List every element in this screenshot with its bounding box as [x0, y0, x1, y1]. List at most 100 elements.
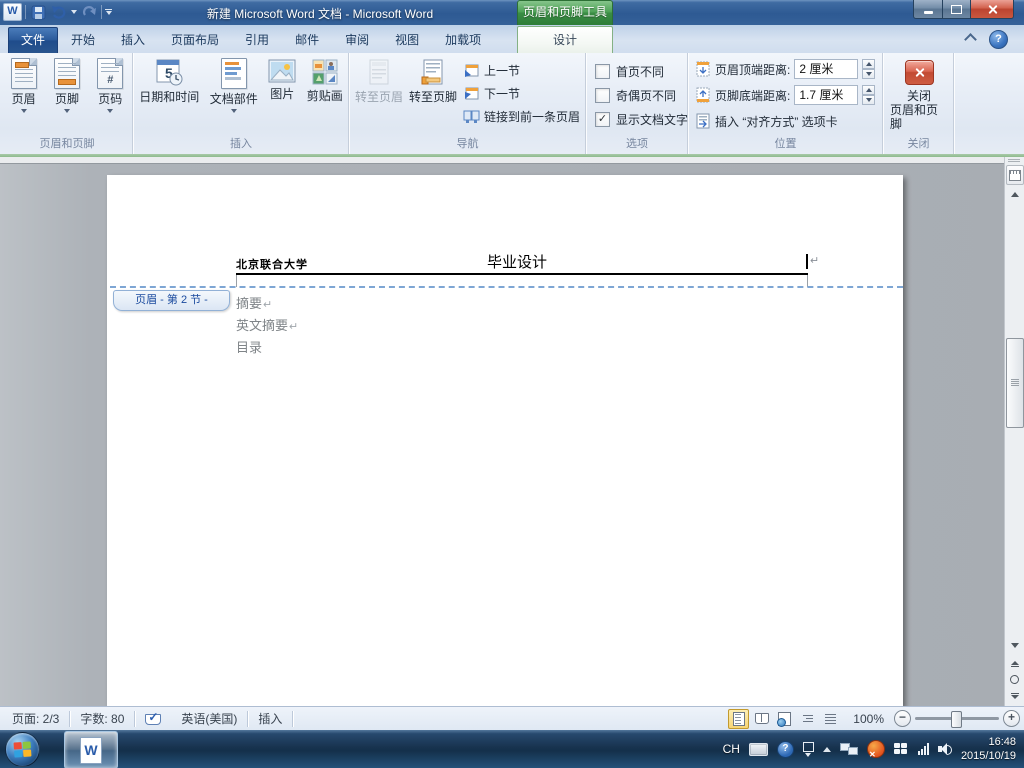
header-top-distance-input[interactable]: 2 厘米: [794, 59, 859, 79]
zoom-slider-track[interactable]: [915, 711, 999, 728]
fullscreen-reading-view-button[interactable]: [751, 709, 772, 729]
undo-dropdown-arrow[interactable]: [71, 10, 77, 14]
show-hidden-icons-button[interactable]: [822, 746, 831, 752]
next-section-button[interactable]: 下一节: [463, 83, 580, 103]
insert-alignment-tab-button[interactable]: 插入 “对齐方式” 选项卡: [695, 110, 838, 132]
quick-parts-button[interactable]: 文档部件: [210, 58, 258, 113]
different-odd-even-checkbox[interactable]: 奇偶页不同: [595, 83, 688, 107]
word-count[interactable]: 字数: 80: [70, 710, 134, 727]
signal-strength-icon[interactable]: [917, 743, 929, 755]
input-language-indicator[interactable]: CH: [723, 742, 740, 756]
body-text-line[interactable]: 目录: [236, 337, 262, 356]
ruler-toggle-button[interactable]: [1006, 165, 1024, 185]
page-header-university-text[interactable]: 北京联合大学: [236, 256, 308, 272]
goto-footer-button[interactable]: 转至页脚: [408, 58, 458, 104]
minimize-button[interactable]: [913, 0, 943, 19]
page-number-button[interactable]: # 页码: [97, 58, 124, 113]
tray-help-icon[interactable]: ?: [776, 740, 794, 758]
security-alert-icon[interactable]: [866, 740, 885, 759]
previous-page-button[interactable]: [1007, 656, 1022, 671]
footer-bottom-distance-input[interactable]: 1.7 厘米: [794, 85, 859, 105]
close-icon: [914, 67, 925, 78]
clipart-button[interactable]: 剪贴画: [307, 58, 343, 103]
header-button[interactable]: 页眉: [10, 58, 37, 113]
picture-button[interactable]: 图片: [268, 58, 296, 101]
tab-file[interactable]: 文件: [8, 27, 58, 55]
close-header-footer-button[interactable]: 关闭 页眉和页脚: [890, 60, 948, 131]
zoom-in-button[interactable]: +: [1003, 710, 1020, 727]
goto-header-button: 转至页眉: [354, 58, 404, 104]
group-insert: 5 日期和时间 文档部件 图片 剪贴画 插入: [134, 53, 349, 154]
customize-qat-button[interactable]: [105, 9, 112, 15]
undo-button[interactable]: [50, 4, 68, 21]
print-layout-view-button[interactable]: [728, 708, 750, 729]
close-icon: [987, 4, 998, 15]
zoom-out-button[interactable]: −: [894, 710, 911, 727]
zoom-level[interactable]: 100%: [843, 712, 892, 726]
scroll-down-button[interactable]: [1008, 639, 1021, 652]
spin-down-button[interactable]: [862, 69, 876, 79]
insert-alignment-tab-icon: [695, 113, 711, 129]
divider: [292, 710, 294, 727]
spin-up-button[interactable]: [862, 59, 876, 69]
insert-mode-indicator[interactable]: 插入: [248, 710, 292, 727]
next-page-button[interactable]: [1007, 688, 1022, 703]
save-button[interactable]: [29, 4, 47, 21]
spell-check-status[interactable]: ✓: [135, 710, 171, 725]
tab-design-active[interactable]: 设计: [517, 26, 613, 54]
help-button[interactable]: ?: [989, 30, 1008, 49]
tab-mailings[interactable]: 邮件: [282, 27, 332, 53]
page-header-title-text[interactable]: 毕业设计: [487, 251, 547, 272]
double-down-icon: [1010, 694, 1019, 699]
tab-references[interactable]: 引用: [232, 27, 282, 53]
date-time-button[interactable]: 5 日期和时间: [139, 58, 199, 104]
draft-view-icon: [825, 713, 837, 724]
tab-review[interactable]: 审阅: [332, 27, 382, 53]
keyboard-layout-icon[interactable]: [748, 742, 768, 756]
maximize-restore-button[interactable]: [943, 0, 971, 19]
body-text-line[interactable]: 摘要↵: [236, 293, 272, 312]
start-button[interactable]: [5, 732, 40, 767]
checkbox-unchecked: [595, 63, 610, 79]
spin-up-button[interactable]: [862, 85, 876, 95]
scroll-up-button[interactable]: [1008, 188, 1021, 201]
language-bar-restore-button[interactable]: [802, 741, 814, 757]
spin-up-icon: [865, 62, 872, 66]
scrollbar-thumb[interactable]: [1006, 338, 1024, 428]
spin-down-button[interactable]: [862, 95, 876, 105]
different-first-page-checkbox[interactable]: 首页不同: [595, 59, 688, 83]
outline-view-button[interactable]: [797, 709, 818, 729]
select-browse-object-button[interactable]: [1007, 672, 1022, 687]
close-window-button[interactable]: [971, 0, 1014, 19]
tab-addins[interactable]: 加载项: [432, 27, 494, 53]
previous-section-button[interactable]: 上一节: [463, 60, 580, 80]
show-document-text-checkbox[interactable]: ✓ 显示文档文字: [595, 107, 688, 131]
tab-view[interactable]: 视图: [382, 27, 432, 53]
bar: [1010, 692, 1019, 694]
volume-icon[interactable]: [937, 743, 952, 755]
vertical-scrollbar[interactable]: [1004, 157, 1024, 706]
zoom-slider-thumb[interactable]: [951, 711, 962, 728]
get-windows-10-icon[interactable]: [893, 742, 909, 756]
redo-button[interactable]: [80, 4, 98, 21]
language-indicator[interactable]: 英语(美国): [171, 710, 247, 727]
draft-view-button[interactable]: [820, 709, 841, 729]
header-from-top-icon: [695, 61, 711, 77]
redo-icon: [82, 6, 96, 16]
tab-insert[interactable]: 插入: [108, 27, 158, 53]
taskbar-clock[interactable]: 16:48 2015/10/19: [961, 735, 1016, 763]
taskbar-word-button[interactable]: W: [64, 731, 118, 768]
tab-home[interactable]: 开始: [58, 27, 108, 53]
link-to-previous-button[interactable]: 链接到前一条页眉: [463, 106, 580, 126]
page-indicator[interactable]: 页面: 2/3: [2, 710, 69, 727]
tab-page-layout[interactable]: 页面布局: [158, 27, 232, 53]
split-window-handle[interactable]: [1008, 159, 1020, 163]
restore-icon: [951, 4, 962, 14]
word-window: W 新建 Microsoft Word 文档 - Microsoft Word …: [0, 0, 1024, 768]
footer-button[interactable]: 页脚: [53, 58, 80, 113]
body-text-line[interactable]: 英文摘要↵: [236, 315, 298, 334]
word-app-icon[interactable]: W: [3, 3, 22, 21]
web-layout-view-button[interactable]: [774, 709, 795, 729]
network-icon[interactable]: [839, 742, 858, 756]
collapse-ribbon-button[interactable]: [963, 33, 977, 46]
